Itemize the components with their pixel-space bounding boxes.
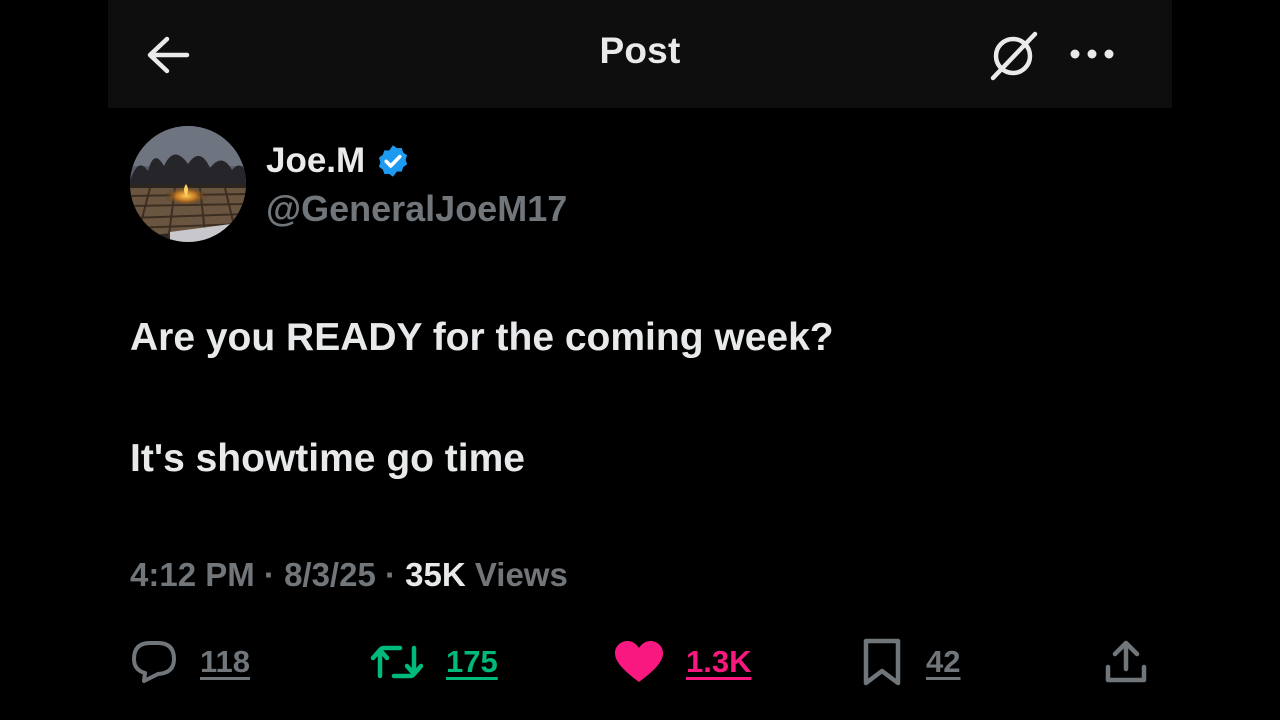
views-count[interactable]: 35K: [405, 556, 466, 593]
meta-separator: ·: [384, 556, 396, 593]
verified-badge-icon: [375, 143, 411, 179]
bookmark-icon: [863, 638, 901, 686]
more-dots-icon: [1070, 49, 1114, 59]
share-icon: [1105, 640, 1147, 683]
repost-button[interactable]: 175: [370, 636, 498, 688]
post-time: 4:12 PM: [130, 556, 255, 593]
bookmark-count: 42: [926, 644, 961, 679]
author-name-row: Joe.M: [266, 140, 411, 182]
reply-icon: [132, 641, 176, 683]
views-label: Views: [474, 556, 568, 593]
share-button[interactable]: [1100, 636, 1152, 688]
more-options-button[interactable]: [1064, 36, 1120, 72]
display-name[interactable]: Joe.M: [266, 141, 365, 181]
grok-icon: [990, 31, 1038, 81]
post-date[interactable]: 8/3/25: [284, 556, 376, 593]
post-metadata: 4:12 PM · 8/3/25 · 35K Views: [130, 556, 568, 594]
meta-separator: ·: [263, 556, 275, 593]
like-count: 1.3K: [686, 644, 752, 679]
top-bar: Post: [108, 0, 1172, 108]
post-screen: Post Joe.M @GeneralJoeM17 Are you READY …: [0, 0, 1280, 720]
repost-icon: [370, 645, 424, 679]
avatar[interactable]: [130, 126, 246, 242]
like-button[interactable]: 1.3K: [614, 636, 751, 688]
repost-count: 175: [446, 644, 498, 679]
user-handle[interactable]: @GeneralJoeM17: [266, 188, 567, 230]
heart-icon: [615, 641, 663, 682]
bookmark-button[interactable]: 42: [860, 636, 960, 688]
tweet-text-line: It's showtime go time: [130, 437, 525, 480]
grok-button[interactable]: [986, 28, 1042, 82]
tweet-text-line: Are you READY for the coming week?: [130, 316, 834, 359]
reply-button[interactable]: 118: [130, 636, 250, 688]
avatar-image: [130, 126, 246, 242]
reply-count: 118: [200, 644, 251, 679]
